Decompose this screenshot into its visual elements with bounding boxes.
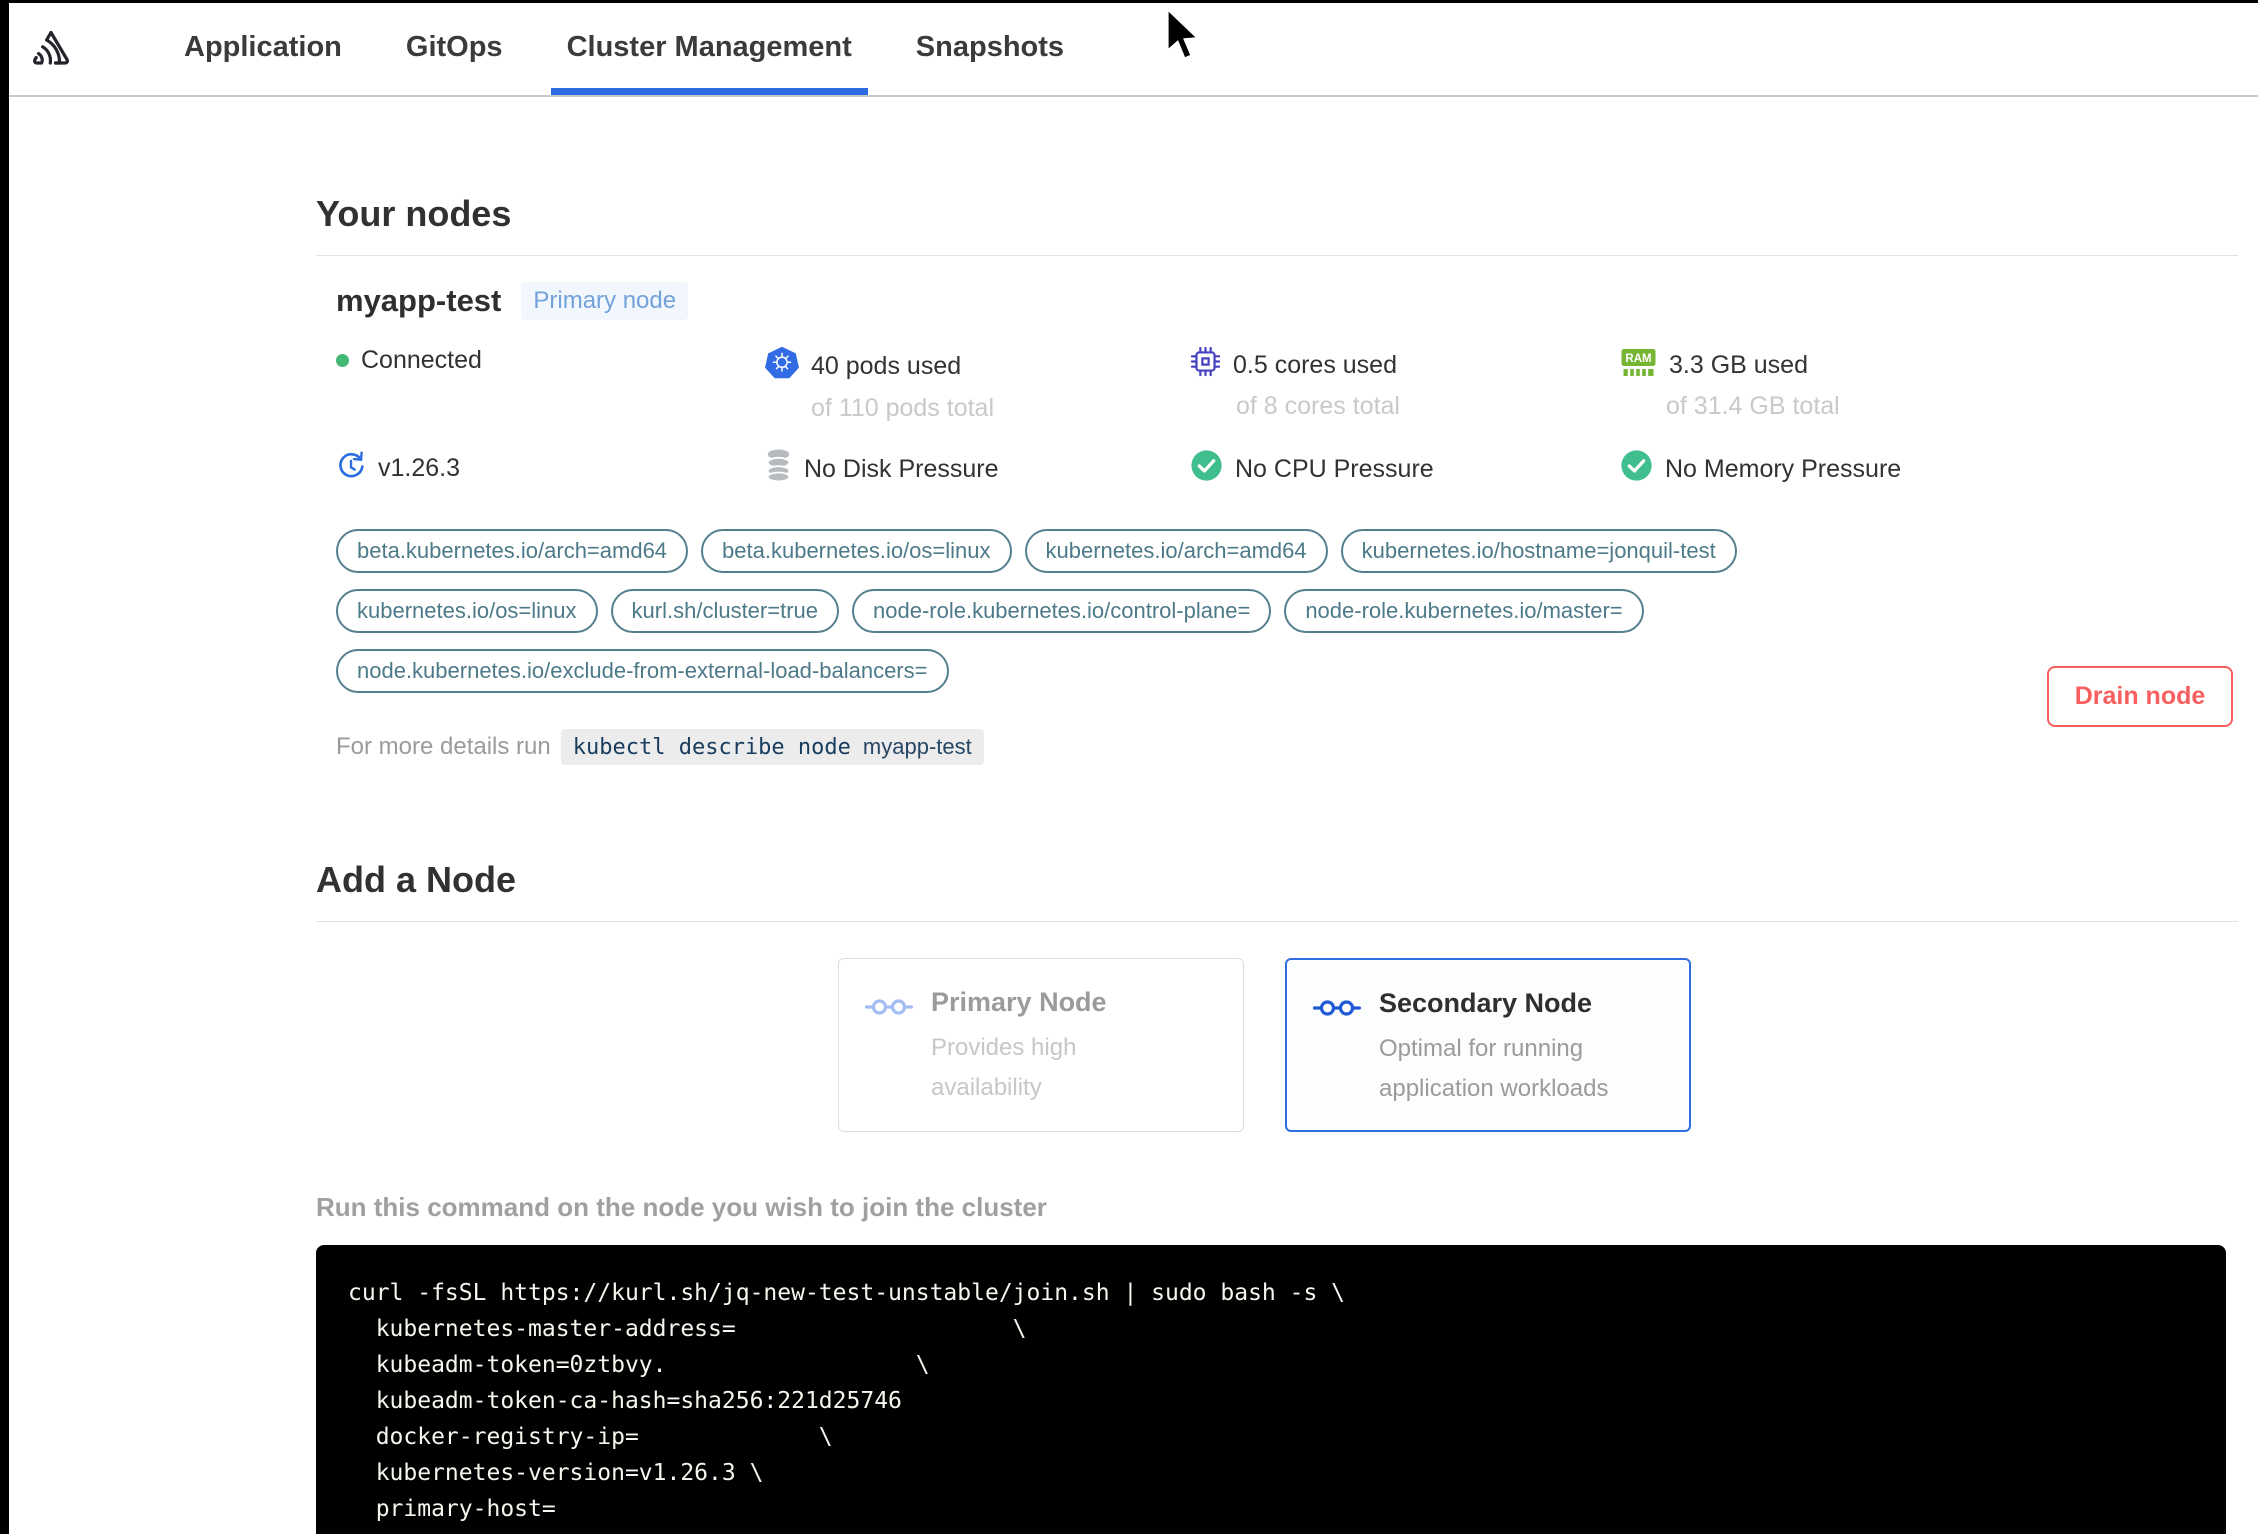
check-circle-icon	[1190, 449, 1223, 489]
section-divider	[316, 255, 2238, 256]
pods-stat: 40 pods used of 110 pods total	[765, 346, 1190, 423]
check-circle-icon	[1620, 449, 1653, 489]
disk-pressure-status: No Disk Pressure	[765, 449, 1190, 489]
top-nav: Application GitOps Cluster Management Sn…	[0, 0, 2258, 97]
primary-node-badge: Primary node	[521, 282, 689, 320]
ram-icon: RAM	[1620, 346, 1657, 384]
drain-node-button[interactable]: Drain node	[2047, 666, 2233, 727]
memory-stat: RAM 3.3 GB used of 31.4 GB total	[1620, 346, 2238, 423]
cpu-pressure-status: No CPU Pressure	[1190, 449, 1620, 489]
node-card: myapp-test Primary node Connected 40 pod…	[316, 282, 2238, 765]
replicated-logo-icon	[30, 29, 72, 67]
node-label-pill: beta.kubernetes.io/os=linux	[701, 529, 1012, 573]
card-subtitle: Provides high availability	[931, 1034, 1077, 1101]
disk-icon	[765, 449, 792, 489]
cpu-icon	[1190, 346, 1221, 384]
tab-snapshots[interactable]: Snapshots	[916, 0, 1064, 95]
mouse-cursor-icon	[1163, 4, 1207, 73]
join-command-instruction: Run this command on the node you wish to…	[316, 1192, 1047, 1222]
node-labels: beta.kubernetes.io/arch=amd64 beta.kuber…	[336, 529, 1916, 693]
node-label-pill: node.kubernetes.io/exclude-from-external…	[336, 649, 949, 693]
your-nodes-title: Your nodes	[316, 193, 512, 234]
node-label-pill: beta.kubernetes.io/arch=amd64	[336, 529, 689, 573]
tab-cluster-management[interactable]: Cluster Management	[550, 0, 869, 95]
screenshot-top-edge	[0, 0, 2258, 3]
node-label-pill: kurl.sh/cluster=true	[610, 589, 839, 633]
command-line: kubeadm-token=0ztbvy. \	[348, 1352, 930, 1378]
secondary-node-option[interactable]: Secondary Node Optimal for running appli…	[1285, 958, 1691, 1132]
node-label-pill: kubernetes.io/arch=amd64	[1024, 529, 1328, 573]
memory-pressure-status: No Memory Pressure	[1620, 449, 2238, 489]
kubernetes-icon	[765, 346, 799, 386]
node-type-options: Primary Node Provides high availability …	[838, 958, 2238, 1132]
command-line: primary-host=	[348, 1496, 556, 1522]
command-line: docker-registry-ip= \	[348, 1424, 833, 1450]
command-line: kubeadm-token-ca-hash=sha256:221d25746	[348, 1388, 902, 1414]
node-label-pill: kubernetes.io/os=linux	[336, 589, 598, 633]
kubectl-describe-chip: kubectl describe node myapp-test	[560, 729, 984, 765]
join-command-block: curl -fsSL https://kurl.sh/jq-new-test-u…	[316, 1245, 2226, 1534]
add-a-node-title: Add a Node	[316, 859, 517, 900]
node-label-pill: kubernetes.io/hostname=jonquil-test	[1340, 529, 1737, 573]
tab-application[interactable]: Application	[184, 0, 342, 95]
nodes-icon	[864, 995, 914, 1131]
connected-dot-icon	[336, 354, 349, 367]
command-line: kubernetes-version=v1.26.3 \	[348, 1460, 764, 1486]
node-label-pill: node-role.kubernetes.io/control-plane=	[852, 589, 1272, 633]
node-label-pill: node-role.kubernetes.io/master=	[1284, 589, 1644, 633]
kubernetes-version: v1.26.3	[336, 449, 765, 488]
screenshot-left-edge	[0, 0, 9, 1534]
primary-node-option[interactable]: Primary Node Provides high availability	[838, 958, 1244, 1132]
svg-text:RAM: RAM	[1625, 353, 1651, 365]
version-update-icon	[336, 449, 366, 488]
cluster-management-page: Your nodes myapp-test Primary node Conne…	[0, 193, 2258, 1534]
card-title: Secondary Node	[1379, 988, 1593, 1018]
nodes-icon	[1312, 996, 1362, 1130]
section-divider	[316, 921, 2238, 922]
node-name: myapp-test	[336, 283, 502, 318]
node-details-hint: For more details run kubectl describe no…	[336, 729, 2238, 765]
tab-gitops[interactable]: GitOps	[406, 0, 503, 95]
nav-tabs: Application GitOps Cluster Management Sn…	[184, 0, 1064, 95]
cpu-stat: 0.5 cores used of 8 cores total	[1190, 346, 1620, 423]
command-line: curl -fsSL https://kurl.sh/jq-new-test-u…	[348, 1280, 1345, 1306]
node-status: Connected	[336, 346, 765, 375]
node-stats-grid: Connected 40 pods used of 110 pods total…	[336, 346, 2238, 489]
card-title: Primary Node	[931, 987, 1107, 1017]
card-subtitle: Optimal for running application workload…	[1379, 1035, 1609, 1102]
command-line: kubernetes-master-address= \	[348, 1316, 1027, 1342]
